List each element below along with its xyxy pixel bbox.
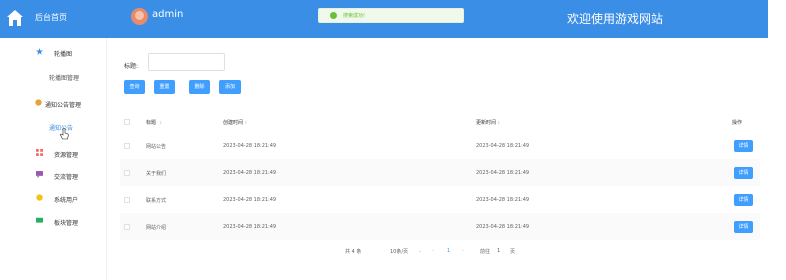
circle-icon [35, 99, 42, 106]
sidebar-item-board[interactable]: 板块管理 [54, 218, 78, 227]
row-checkbox[interactable] [124, 143, 130, 149]
prev-page-icon[interactable]: ‹ [432, 248, 434, 254]
row-updated: 2023-04-28 18:21:49 [476, 170, 530, 176]
row-updated: 2023-04-28 18:21:49 [476, 143, 530, 149]
row-title: 关于我们 [146, 171, 167, 177]
sidebar-item-system-user[interactable]: 系统用户 [54, 195, 78, 204]
home-link[interactable]: 后台首页 [35, 12, 67, 23]
row-checkbox[interactable] [124, 170, 130, 176]
welcome-title: 欢迎使用游戏网站 [567, 12, 664, 26]
main-content: 标题: 查询 重置 删除 添加 标题 ⇕ 创建时间 ⇕ 更新时间 ⇕ 操作 网站… [114, 38, 768, 280]
avatar[interactable] [131, 8, 148, 25]
star-icon [36, 48, 43, 55]
table-row[interactable]: 网站介绍 2023-04-28 18:21:49 2023-04-28 18:2… [120, 213, 760, 240]
sidebar-item-communication[interactable]: 交流管理 [54, 172, 78, 181]
header-title[interactable]: 标题 [146, 119, 156, 126]
goto-label: 前往 [480, 249, 491, 255]
detail-button[interactable]: 详情 [734, 221, 753, 233]
page-size-chevron-icon[interactable]: ⌄ [418, 248, 422, 254]
row-created: 2023-04-28 18:21:49 [223, 224, 277, 230]
detail-button[interactable]: 详情 [734, 140, 753, 152]
sort-icon[interactable]: ⇕ [497, 120, 500, 125]
detail-button[interactable]: 详情 [734, 167, 753, 179]
success-toast: 搜索成功! [318, 8, 464, 23]
reset-button[interactable]: 重置 [154, 80, 175, 94]
page-unit-label: 页 [510, 249, 516, 255]
page-number-current[interactable]: 1 [447, 248, 450, 254]
success-check-icon [330, 12, 337, 19]
row-checkbox[interactable] [124, 224, 130, 230]
row-title: 网站公告 [146, 144, 167, 150]
admin-username[interactable]: admin [152, 9, 183, 20]
sidebar-item-resource[interactable]: 资源管理 [54, 150, 78, 159]
title-filter-label: 标题: [124, 63, 139, 70]
user-circle-icon [36, 194, 43, 201]
header-created[interactable]: 创建时间 [223, 119, 243, 126]
page-size-select[interactable]: 10条/页 [390, 248, 408, 255]
sort-icon[interactable]: ⇕ [244, 120, 247, 125]
chat-icon [36, 171, 43, 178]
header-actions: 操作 [732, 120, 743, 126]
header-updated[interactable]: 更新时间 [476, 119, 496, 126]
pagination-total: 共 4 条 [345, 249, 362, 255]
row-title: 网站介绍 [146, 225, 167, 231]
table-row[interactable]: 联系方式 2023-04-28 18:21:49 2023-04-28 18:2… [120, 186, 760, 213]
select-all-checkbox[interactable] [124, 119, 130, 125]
next-page-icon[interactable]: › [462, 248, 464, 254]
delete-button[interactable]: 删除 [189, 80, 210, 94]
sidebar-subitem-carousel-manage[interactable]: 轮播图管理 [49, 73, 79, 82]
row-created: 2023-04-28 18:21:49 [223, 197, 277, 203]
row-created: 2023-04-28 18:21:49 [223, 143, 277, 149]
table-row[interactable]: 网站公告 2023-04-28 18:21:49 2023-04-28 18:2… [120, 132, 760, 159]
table-row[interactable]: 关于我们 2023-04-28 18:21:49 2023-04-28 18:2… [120, 159, 760, 186]
grid-icon [36, 149, 43, 156]
sidebar: 轮播图 轮播图管理 通知公告管理 通知公告 资源管理 交流管理 系统用户 板块管… [0, 38, 107, 280]
sidebar-item-notice-manage[interactable]: 通知公告管理 [45, 100, 81, 109]
table-header: 标题 ⇕ 创建时间 ⇕ 更新时间 ⇕ 操作 [120, 112, 760, 132]
home-icon[interactable] [6, 9, 24, 27]
add-button[interactable]: 添加 [219, 80, 241, 94]
detail-button[interactable]: 详情 [734, 194, 753, 206]
row-updated: 2023-04-28 18:21:49 [476, 197, 530, 203]
row-checkbox[interactable] [124, 197, 130, 203]
row-title: 联系方式 [146, 198, 167, 204]
sidebar-item-carousel[interactable]: 轮播图 [54, 49, 72, 58]
sort-icon[interactable]: ⇕ [159, 120, 162, 125]
goto-page-input[interactable]: 1 [497, 248, 500, 254]
row-created: 2023-04-28 18:21:49 [223, 170, 277, 176]
toast-message: 搜索成功! [343, 13, 366, 19]
row-updated: 2023-04-28 18:21:49 [476, 224, 530, 230]
query-button[interactable]: 查询 [124, 80, 145, 94]
hand-cursor-icon [60, 128, 69, 140]
title-search-input[interactable] [148, 53, 225, 71]
board-icon [36, 217, 43, 223]
